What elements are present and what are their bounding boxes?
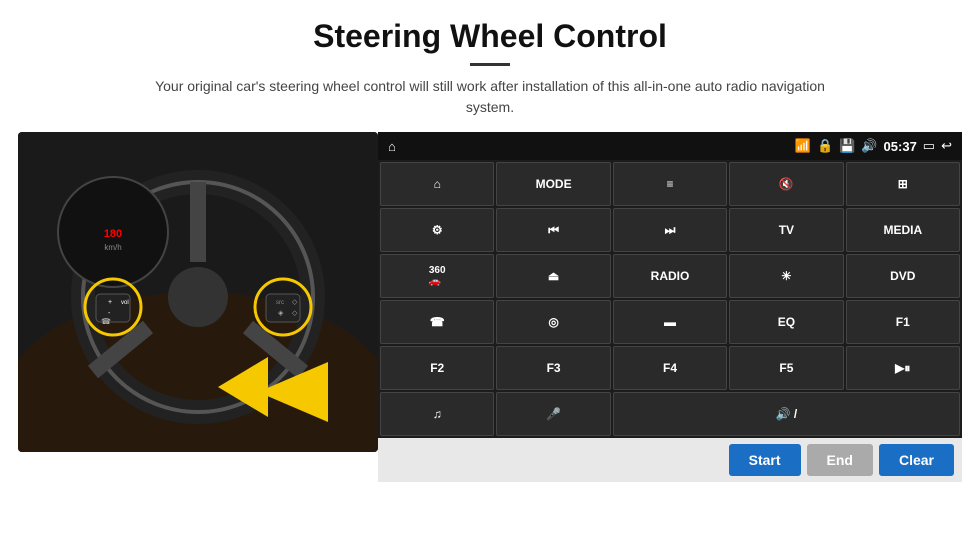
svg-text:+: + (108, 299, 112, 306)
bottom-bar: Start End Clear (378, 438, 962, 482)
screen-status-icon: ▭ (923, 138, 935, 154)
f1-btn[interactable]: F1 (846, 300, 960, 344)
svg-text:km/h: km/h (104, 243, 121, 252)
svg-text:src: src (276, 300, 284, 306)
360-btn[interactable]: 360🚗 (380, 254, 494, 298)
mode-btn[interactable]: MODE (496, 162, 610, 206)
status-bar-right: 📶 🔒 💾 🔊 05:37 ▭ ↩ (795, 138, 952, 154)
button-grid: ⌂ MODE ≡ 🔇 ⊞ ⚙ ⏮ ⏭ TV MEDIA 360🚗 ⏏ RADIO… (378, 160, 962, 438)
prev-btn[interactable]: ⏮ (496, 208, 610, 252)
tv-btn[interactable]: TV (729, 208, 843, 252)
radio-btn[interactable]: RADIO (613, 254, 727, 298)
volume-btn[interactable]: 🔊 / (613, 392, 960, 436)
brightness-btn[interactable]: ☀ (729, 254, 843, 298)
sd-status-icon: 💾 (839, 138, 855, 154)
content-area: 180 km/h + - vol ☎ src ◈ ◇ ◇ ⌂ (0, 132, 980, 482)
status-bar-left: ⌂ (388, 139, 396, 154)
eject-btn[interactable]: ⏏ (496, 254, 610, 298)
svg-text:◇: ◇ (292, 310, 298, 317)
time-display: 05:37 (884, 139, 917, 154)
wifi-status-icon: 📶 (795, 138, 811, 154)
dvd-btn[interactable]: DVD (846, 254, 960, 298)
menu-btn[interactable]: ≡ (613, 162, 727, 206)
f4-btn[interactable]: F4 (613, 346, 727, 390)
eq-btn[interactable]: EQ (729, 300, 843, 344)
start-button[interactable]: Start (729, 444, 801, 476)
lock-status-icon: 🔒 (817, 138, 833, 154)
svg-text:◇: ◇ (292, 299, 298, 306)
status-bar: ⌂ 📶 🔒 💾 🔊 05:37 ▭ ↩ (378, 132, 962, 160)
home-status-icon: ⌂ (388, 139, 396, 154)
playpause-btn[interactable]: ▶⏸ (846, 346, 960, 390)
bt-status-icon: 🔊 (861, 138, 877, 154)
next-btn[interactable]: ⏭ (613, 208, 727, 252)
svg-text:vol: vol (121, 300, 129, 306)
settings-btn[interactable]: ⚙ (380, 208, 494, 252)
control-panel: ⌂ 📶 🔒 💾 🔊 05:37 ▭ ↩ ⌂ MODE ≡ 🔇 ⊞ ⚙ ⏮ ⏭ (378, 132, 962, 482)
music-btn[interactable]: ♫ (380, 392, 494, 436)
media-btn[interactable]: MEDIA (846, 208, 960, 252)
steering-wheel-image: 180 km/h + - vol ☎ src ◈ ◇ ◇ (18, 132, 378, 452)
end-button[interactable]: End (807, 444, 873, 476)
svg-text:180: 180 (104, 228, 122, 240)
nav-btn[interactable]: ◎ (496, 300, 610, 344)
page-title: Steering Wheel Control (0, 0, 980, 55)
f3-btn[interactable]: F3 (496, 346, 610, 390)
apps-btn[interactable]: ⊞ (846, 162, 960, 206)
mute-btn[interactable]: 🔇 (729, 162, 843, 206)
title-divider (470, 63, 510, 66)
svg-text:◈: ◈ (278, 310, 284, 317)
f2-btn[interactable]: F2 (380, 346, 494, 390)
clear-button[interactable]: Clear (879, 444, 954, 476)
mic-btn[interactable]: 🎤 (496, 392, 610, 436)
phone-btn[interactable]: ☎ (380, 300, 494, 344)
svg-text:☎: ☎ (101, 317, 111, 326)
f5-btn[interactable]: F5 (729, 346, 843, 390)
home-btn[interactable]: ⌂ (380, 162, 494, 206)
page-subtitle: Your original car's steering wheel contr… (140, 76, 840, 118)
display-btn[interactable]: ▬ (613, 300, 727, 344)
back-status-icon: ↩ (941, 138, 952, 154)
